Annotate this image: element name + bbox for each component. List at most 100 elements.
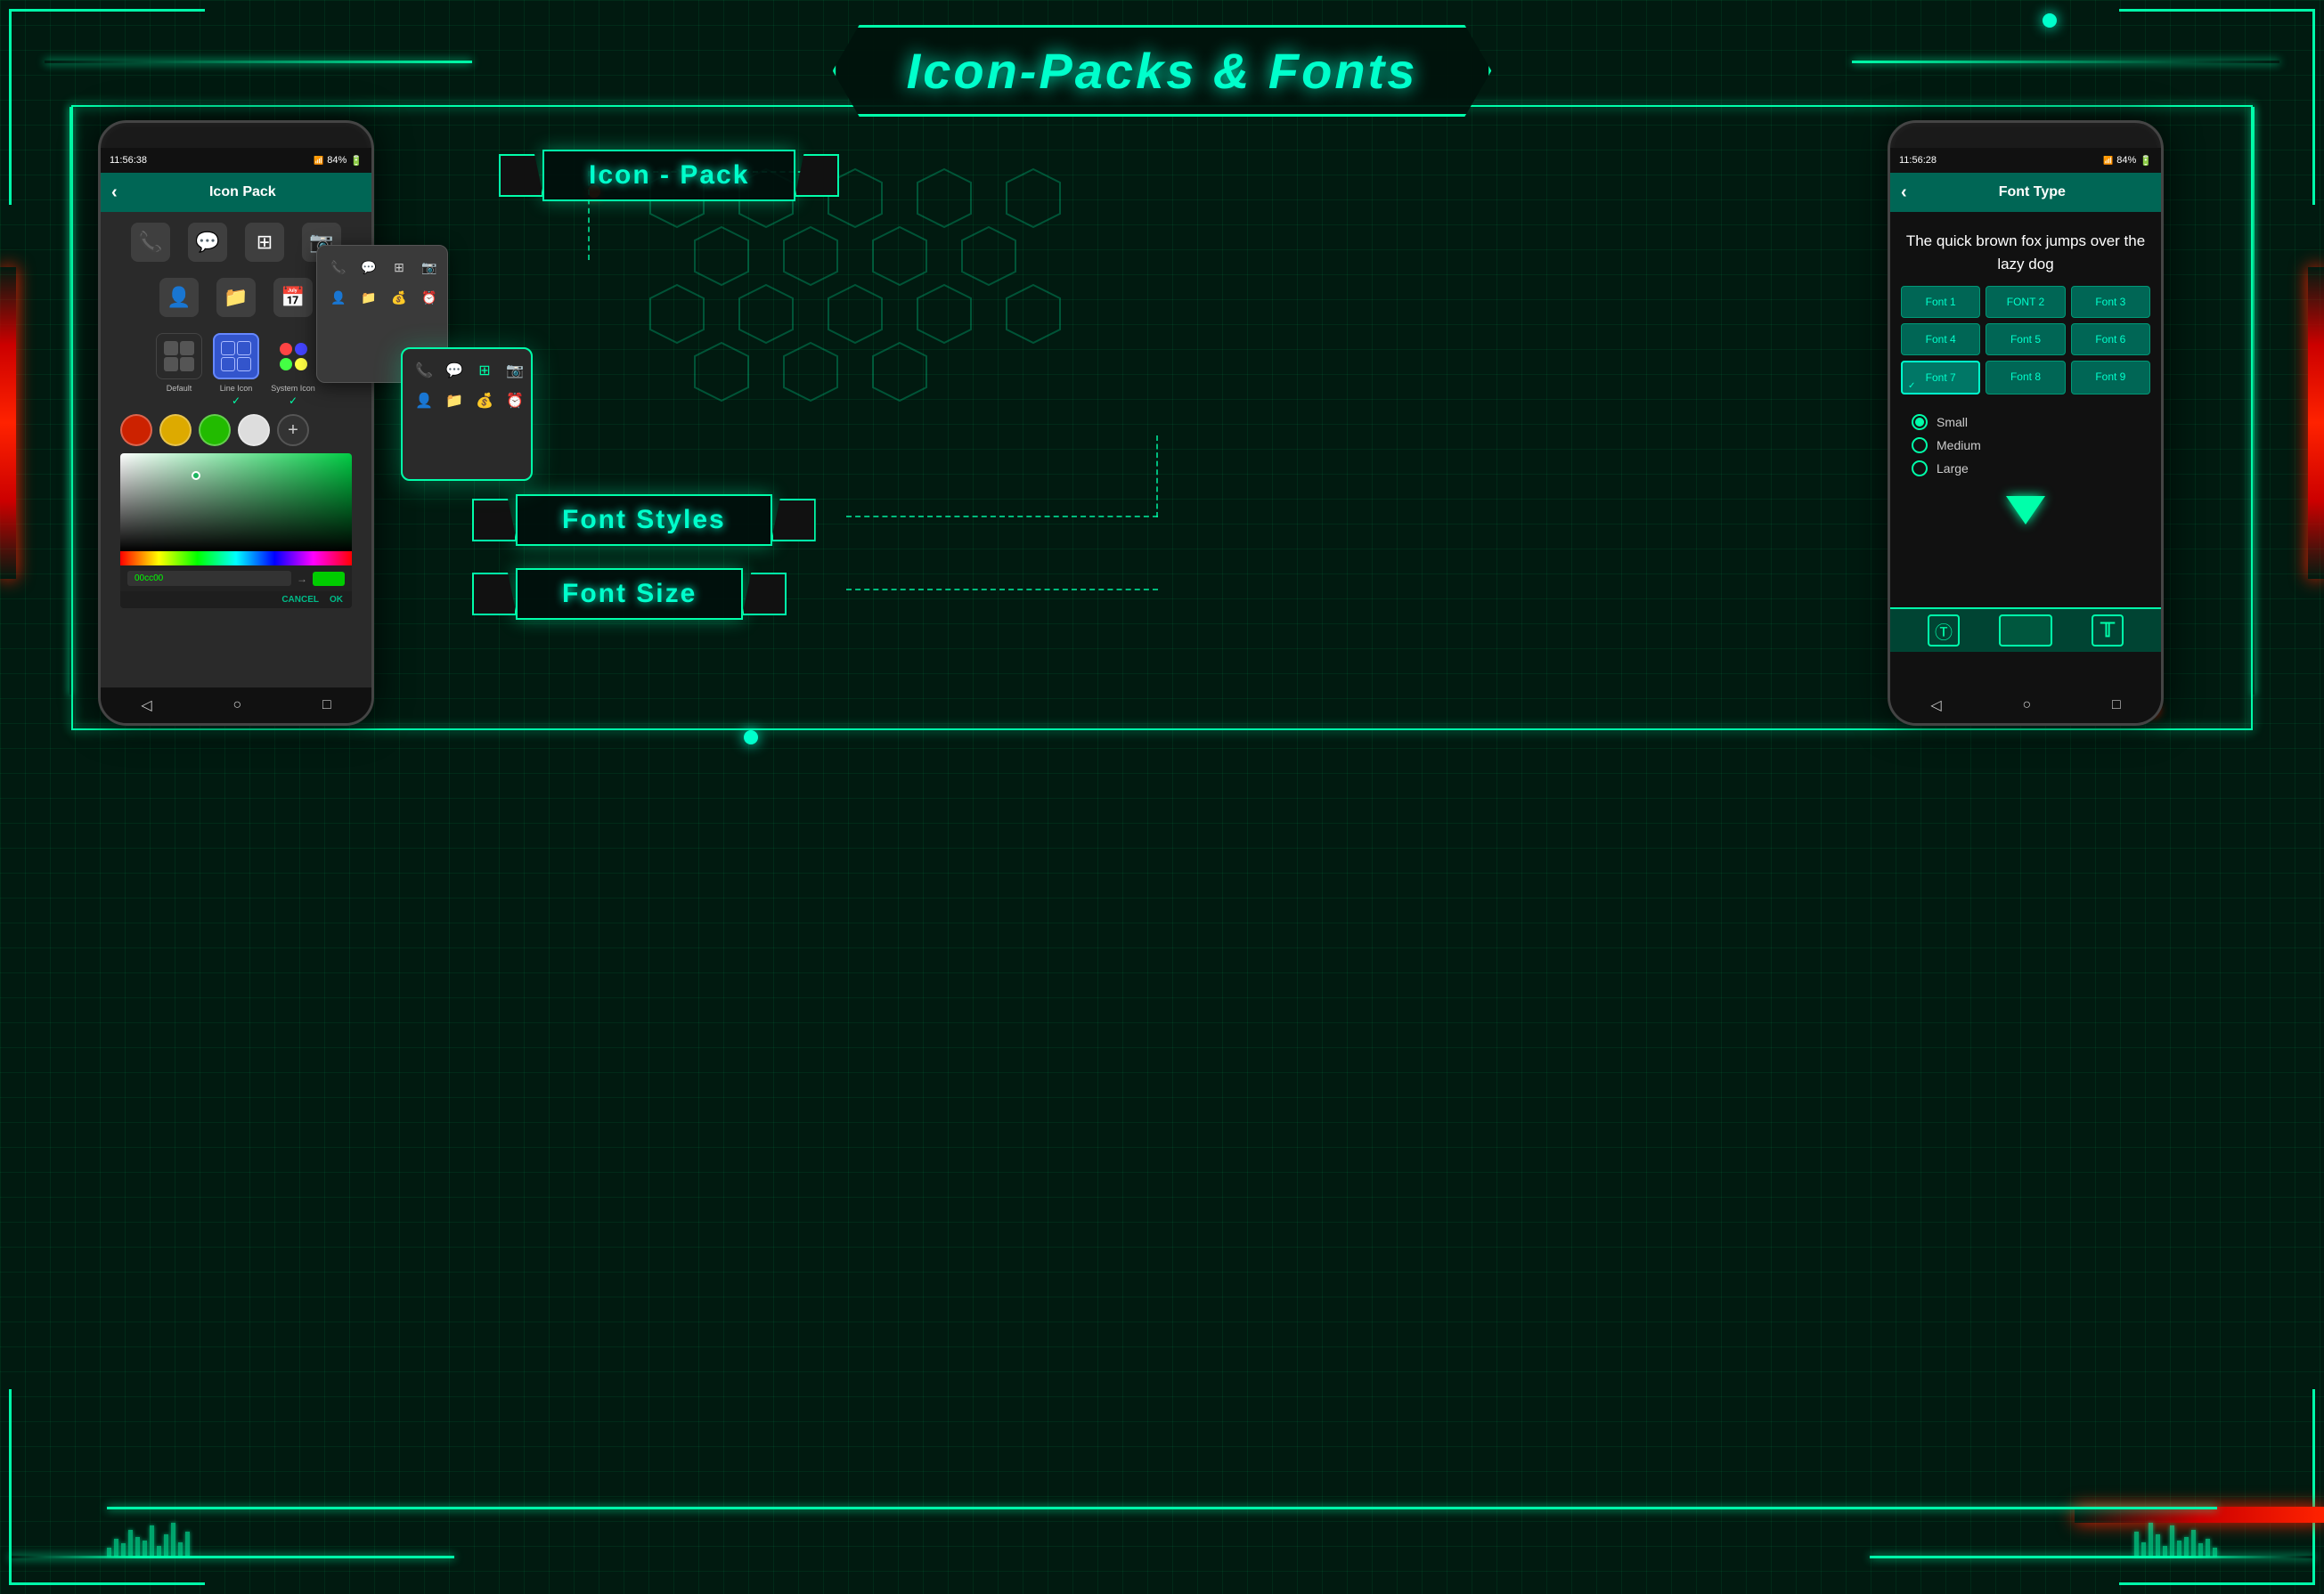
- color-hex-input[interactable]: 00cc00: [127, 571, 291, 586]
- ok-button[interactable]: OK: [330, 595, 343, 605]
- title-line-left: [45, 61, 472, 63]
- font-btn-4[interactable]: Font 4: [1901, 323, 1980, 355]
- font-size-banner-text: Font Size: [562, 579, 697, 608]
- right-nav-home-icon[interactable]: ○: [2022, 697, 2031, 713]
- font-btn-6[interactable]: Font 6: [2071, 323, 2150, 355]
- font-size-medium-label: Medium: [1937, 438, 1981, 452]
- color-picker-actions: CANCEL OK: [120, 591, 352, 608]
- eq-r-bar-12: [2213, 1548, 2217, 1557]
- font-bottom-icon-1[interactable]: Ⓣ: [1928, 614, 1960, 647]
- app-icon-phone[interactable]: 📞: [131, 223, 170, 262]
- color-add-button[interactable]: +: [277, 414, 309, 446]
- cyan-dot-red-2: [744, 730, 758, 744]
- color-picker-hue-slider[interactable]: [120, 551, 352, 565]
- right-nav-back-icon[interactable]: ◁: [1930, 696, 1941, 714]
- nav-home-icon[interactable]: ○: [232, 697, 241, 713]
- right-phone-status-bar: 11:56:28 📶 84% 🔋: [1890, 148, 2161, 173]
- radio-small[interactable]: [1912, 414, 1928, 430]
- triangle-indicator: [2006, 496, 2045, 525]
- eq-r-bar-8: [2184, 1537, 2189, 1557]
- vert-circuit-right: [2253, 107, 2255, 695]
- cancel-button[interactable]: CANCEL: [281, 595, 319, 605]
- font-size-banner-inner: Font Size: [516, 568, 743, 620]
- font-btn-3[interactable]: Font 3: [2071, 286, 2150, 318]
- app-icon-person[interactable]: 👤: [159, 278, 199, 317]
- circuit-bottom-right: [1870, 1556, 2315, 1558]
- font-btn-2[interactable]: FONT 2: [1986, 286, 2065, 318]
- eq-bar-3: [121, 1543, 126, 1557]
- color-yellow[interactable]: [159, 414, 192, 446]
- nav-recent-icon[interactable]: □: [322, 697, 331, 713]
- app-icon-calendar[interactable]: 📅: [273, 278, 313, 317]
- color-picker-gradient-area[interactable]: [120, 453, 352, 551]
- color-white[interactable]: [238, 414, 270, 446]
- font-btn-7[interactable]: Font 7 ✓: [1901, 361, 1980, 394]
- icon-pack-system[interactable]: System Icon ✓: [270, 333, 316, 407]
- cp-arrow-icon: →: [297, 573, 307, 585]
- eq-r-bar-11: [2206, 1539, 2210, 1557]
- circuit-bottom: [107, 1507, 2217, 1509]
- font-btn-9[interactable]: Font 9: [2071, 361, 2150, 394]
- nav-back-icon[interactable]: ◁: [141, 696, 151, 714]
- vert-circuit-left: [69, 107, 71, 695]
- font-size-large[interactable]: Large: [1912, 460, 2140, 476]
- right-phone-toolbar-title: Font Type: [1914, 184, 2150, 200]
- eq-r-bar-3: [2149, 1523, 2153, 1557]
- font-size-banner: Font Size: [472, 568, 787, 620]
- icon-pack-default-label: Default: [167, 384, 192, 393]
- right-nav-recent-icon[interactable]: □: [2112, 697, 2121, 713]
- icon-pack-banner: Icon - Pack: [499, 150, 839, 201]
- popup-chat-icon: 💬: [356, 255, 381, 280]
- icon-pack-default[interactable]: Default: [156, 333, 202, 407]
- font-styles-slash-right: [771, 499, 816, 541]
- page-title: Icon-Packs & Fonts: [907, 43, 1418, 99]
- radio-large[interactable]: [1912, 460, 1928, 476]
- hex-decoration-area: [588, 160, 1105, 503]
- banner-inner: Icon - Pack: [542, 150, 795, 201]
- font-styles-banner-text: Font Styles: [562, 505, 726, 534]
- cyan-dot-1: [2043, 13, 2057, 28]
- font-btn-8[interactable]: Font 8: [1986, 361, 2065, 394]
- color-preview: [313, 572, 345, 586]
- app-icon-message[interactable]: 💬: [188, 223, 227, 262]
- app-icon-grid[interactable]: ⊞: [245, 223, 284, 262]
- left-phone-back-button[interactable]: ‹: [111, 183, 118, 203]
- font-size-slash-right: [742, 573, 787, 615]
- title-line-right: [1852, 61, 2279, 63]
- color-red[interactable]: [120, 414, 152, 446]
- popup-g-cam-icon: 📷: [502, 358, 527, 383]
- equalizer-right: [2134, 1521, 2217, 1557]
- red-accent-right: [2308, 267, 2324, 579]
- font-size-small[interactable]: Small: [1912, 414, 2140, 430]
- eq-bar-1: [107, 1548, 111, 1557]
- eq-bar-10: [171, 1523, 175, 1557]
- left-phone-time: 11:56:38: [110, 155, 147, 166]
- font-grid: Font 1 FONT 2 Font 3 Font 4 Font 5: [1901, 286, 2150, 394]
- color-green[interactable]: [199, 414, 231, 446]
- red-accent-left: [0, 267, 16, 579]
- app-icon-folder[interactable]: 📁: [216, 278, 256, 317]
- font-btn-5[interactable]: Font 5: [1986, 323, 2065, 355]
- banner-slash-right: [795, 154, 839, 197]
- font-7-check: ✓: [1908, 381, 1915, 391]
- dashed-line-v2: [1156, 435, 1158, 517]
- icon-pack-line-label: Line Icon: [220, 384, 253, 393]
- eq-r-bar-9: [2191, 1530, 2196, 1557]
- icon-pack-line[interactable]: Line Icon ✓: [213, 333, 259, 407]
- font-size-medium[interactable]: Medium: [1912, 437, 2140, 453]
- left-phone-toolbar-title: Icon Pack: [125, 184, 361, 200]
- dashed-line-h3: [846, 589, 1158, 590]
- font-bottom-icon-2[interactable]: 𝕋: [2092, 614, 2124, 647]
- radio-medium[interactable]: [1912, 437, 1928, 453]
- eq-bar-4: [128, 1530, 133, 1557]
- popup-grid-icon: ⊞: [387, 255, 412, 280]
- font-btn-1[interactable]: Font 1: [1901, 286, 1980, 318]
- font-styles-slash-left: [472, 499, 517, 541]
- popup-g-money-icon: 💰: [472, 388, 497, 413]
- font-size-section: Small Medium Large: [1901, 402, 2150, 489]
- font-size-slash-left: [472, 573, 517, 615]
- right-phone-back-button[interactable]: ‹: [1901, 183, 1907, 203]
- font-bottom-bar-divider: [1999, 614, 2052, 647]
- font-preview-text: The quick brown fox jumps over the lazy …: [1901, 230, 2150, 275]
- eq-bar-12: [185, 1532, 190, 1557]
